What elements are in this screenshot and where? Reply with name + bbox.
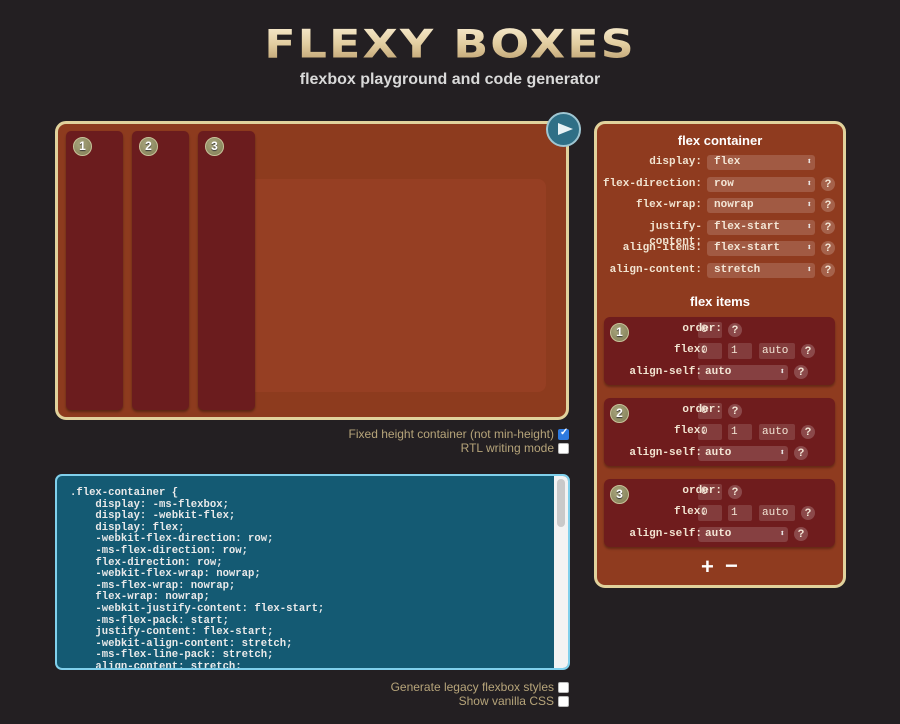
flex-item-2[interactable]: 2: [132, 131, 189, 410]
order-input[interactable]: 0: [698, 322, 722, 338]
item-badge: 1: [610, 323, 629, 342]
subtitle: flexbox playground and code generator: [299, 71, 601, 88]
align-self-select[interactable]: auto: [698, 365, 788, 380]
flex-playground: 1 2 3: [55, 121, 569, 420]
flex-item-card: 3 order: 0 ? flex: 0 1 auto ? align-self…: [604, 479, 835, 547]
item-badge: 3: [610, 485, 629, 504]
container-prop-select[interactable]: flex-start: [707, 241, 815, 257]
container-prop-select[interactable]: stretch: [707, 263, 815, 278]
flex-shrink-input[interactable]: 1: [728, 505, 752, 521]
help-icon[interactable]: ?: [801, 425, 815, 439]
help-icon[interactable]: ?: [801, 506, 815, 520]
scrollbar-thumb[interactable]: [557, 479, 565, 527]
container-prop-label: align-items:: [622, 242, 702, 255]
item-badge: 1: [73, 137, 92, 156]
container-prop-select[interactable]: row: [707, 176, 815, 192]
vanilla-label: Show vanilla CSS: [458, 694, 554, 708]
flex-grow-input[interactable]: 0: [698, 343, 722, 359]
flex-shrink-input[interactable]: 1: [728, 343, 752, 359]
legacy-checkbox[interactable]: [558, 681, 569, 693]
item-badge: 2: [610, 404, 629, 423]
item-badge: 3: [205, 137, 224, 156]
align-self-select[interactable]: auto: [698, 446, 788, 461]
flex-item-3[interactable]: 3: [198, 131, 255, 410]
play-icon[interactable]: [546, 112, 581, 147]
help-icon[interactable]: ?: [794, 446, 808, 460]
help-icon[interactable]: ?: [821, 219, 835, 234]
item-badge: 2: [139, 137, 158, 156]
rtl-checkbox[interactable]: [558, 442, 569, 454]
align-self-label: align-self:: [629, 366, 702, 378]
fixed-height-label: Fixed height container (not min-height): [348, 427, 554, 441]
container-prop-label: display:: [649, 156, 702, 168]
flex-grow-input[interactable]: 0: [698, 424, 722, 440]
help-icon[interactable]: ?: [728, 404, 742, 418]
container-prop-select[interactable]: flex: [707, 155, 815, 170]
logo-title: FLEXY BOXES: [0, 22, 900, 66]
container-prop-label: align-content:: [609, 264, 702, 276]
flex-items-heading: flex items: [690, 294, 750, 309]
legacy-option[interactable]: Generate legacy flexbox styles: [391, 680, 569, 694]
flex-grow-input[interactable]: 0: [698, 505, 722, 521]
container-prop-select[interactable]: nowrap: [707, 198, 815, 214]
legacy-label: Generate legacy flexbox styles: [390, 680, 554, 694]
vanilla-checkbox[interactable]: [558, 695, 569, 707]
flex-container-heading: flex container: [677, 133, 763, 148]
flex-item-card: 1 order: 0 ? flex: 0 1 auto ? align-self…: [604, 317, 835, 385]
flex-shrink-input[interactable]: 1: [728, 424, 752, 440]
flex-basis-input[interactable]: auto: [759, 424, 795, 440]
help-icon[interactable]: ?: [821, 241, 835, 256]
rtl-label: RTL writing mode: [460, 441, 554, 455]
container-prop-label: flex-direction:: [602, 177, 702, 190]
add-item-button[interactable]: +: [701, 556, 714, 578]
flex-item-1[interactable]: 1: [66, 131, 123, 410]
help-icon[interactable]: ?: [801, 344, 815, 358]
order-input[interactable]: 0: [698, 484, 722, 500]
align-self-label: align-self:: [629, 528, 702, 540]
order-input[interactable]: 0: [698, 403, 722, 419]
container-prop-label: flex-wrap:: [635, 199, 702, 212]
help-icon[interactable]: ?: [794, 527, 808, 541]
flex-basis-input[interactable]: auto: [759, 343, 795, 359]
remove-item-button[interactable]: −: [725, 555, 738, 577]
help-icon[interactable]: ?: [794, 365, 808, 379]
flex-item-card: 2 order: 0 ? flex: 0 1 auto ? align-self…: [604, 398, 835, 466]
fixed-height-checkbox[interactable]: [558, 427, 569, 440]
align-self-label: align-self:: [629, 447, 702, 459]
controls-panel: flex container display: flex flex-directi…: [594, 121, 846, 588]
help-icon[interactable]: ?: [821, 176, 835, 191]
flex-basis-input[interactable]: auto: [759, 505, 795, 521]
code-text[interactable]: .flex-container { display: -ms-flexbox; …: [70, 487, 324, 668]
fixed-height-option[interactable]: Fixed height container (not min-height): [349, 427, 569, 441]
vanilla-option[interactable]: Show vanilla CSS: [459, 694, 569, 708]
help-icon[interactable]: ?: [728, 323, 742, 337]
align-self-select[interactable]: auto: [698, 527, 788, 542]
help-icon[interactable]: ?: [728, 485, 742, 499]
rtl-option[interactable]: RTL writing mode: [461, 441, 569, 455]
code-output[interactable]: .flex-container { display: -ms-flexbox; …: [55, 474, 570, 670]
help-icon[interactable]: ?: [821, 198, 835, 213]
container-prop-select[interactable]: flex-start: [707, 219, 815, 235]
help-icon[interactable]: ?: [821, 263, 835, 277]
